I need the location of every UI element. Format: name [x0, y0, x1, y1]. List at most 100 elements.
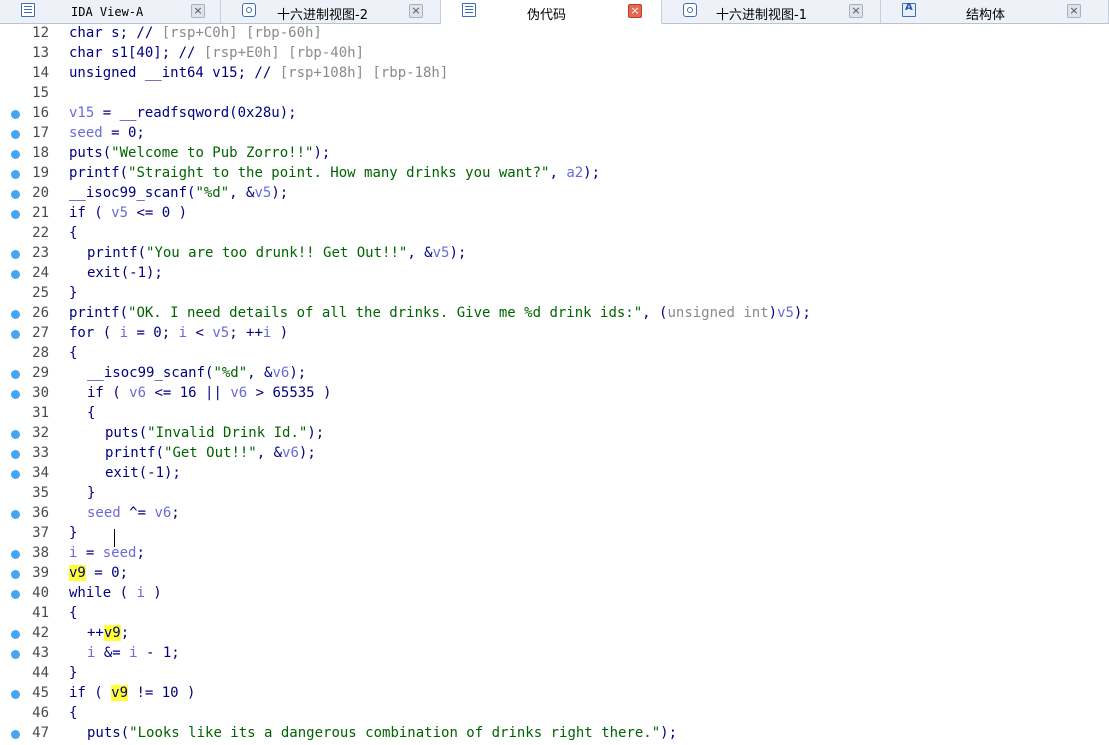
code-token: = 0;: [102, 125, 145, 141]
breakpoint-dot-icon[interactable]: [11, 150, 20, 159]
breakpoint-dot-icon[interactable]: [11, 510, 20, 519]
code-token: i: [119, 325, 129, 341]
breakpoint-dot-icon[interactable]: [11, 110, 20, 119]
pseudocode-editor[interactable]: 12 char s; // [rsp+C0h] [rbp-60h] 13 char s…: [0, 24, 1109, 745]
breakpoint-dot-icon[interactable]: [11, 370, 20, 379]
code-token: "Welcome to Pub Zorro!!": [111, 145, 314, 161]
line-number: 13: [32, 45, 49, 61]
code-line[interactable]: 17 seed = 0;: [0, 124, 1109, 144]
code-text: }: [69, 665, 77, 681]
code-line[interactable]: 20 __isoc99_scanf("%d", &v5);: [0, 184, 1109, 204]
tab-2[interactable]: 伪代码 ×: [441, 0, 662, 24]
code-line[interactable]: 15: [0, 84, 1109, 104]
breakpoint-dot-icon[interactable]: [11, 650, 20, 659]
code-token: v5: [254, 185, 272, 201]
close-icon[interactable]: ×: [409, 4, 423, 18]
code-line[interactable]: 32 puts("Invalid Drink Id.");: [0, 424, 1109, 444]
breakpoint-dot-icon[interactable]: [11, 390, 20, 399]
breakpoint-dot-icon[interactable]: [11, 250, 20, 259]
code-line[interactable]: 31 {: [0, 404, 1109, 424]
code-text: printf("Get Out!!", &v6);: [105, 445, 316, 461]
code-line[interactable]: 46 {: [0, 704, 1109, 724]
code-line[interactable]: 44}: [0, 664, 1109, 684]
code-line[interactable]: 23 printf("You are too drunk!! Get Out!!"…: [0, 244, 1109, 264]
line-number: 43: [32, 645, 49, 661]
code-line[interactable]: 37}: [0, 524, 1109, 544]
code-text: puts("Looks like its a dangerous combina…: [87, 725, 677, 741]
line-number: 22: [32, 225, 49, 241]
code-line[interactable]: 26 printf("OK. I need details of all the …: [0, 304, 1109, 324]
breakpoint-dot-icon[interactable]: [11, 730, 20, 739]
tab-0[interactable]: IDA View-A ×: [0, 0, 221, 23]
code-line[interactable]: 21 if ( v5 <= 0 ): [0, 204, 1109, 224]
breakpoint-dot-icon[interactable]: [11, 330, 20, 339]
code-token: {: [69, 605, 78, 621]
code-line[interactable]: 34 exit(-1);: [0, 464, 1109, 484]
breakpoint-dot-icon[interactable]: [11, 270, 20, 279]
code-token: {: [69, 705, 78, 721]
code-token: ): [144, 585, 162, 601]
close-icon[interactable]: ×: [191, 4, 205, 18]
code-token: __isoc99_scanf(: [87, 365, 214, 381]
code-text: v15 = __readfsqword(0x28u);: [69, 105, 297, 121]
code-line[interactable]: 28 {: [0, 344, 1109, 364]
code-token: i: [129, 645, 138, 661]
line-number: 32: [32, 425, 49, 441]
breakpoint-dot-icon[interactable]: [11, 130, 20, 139]
code-text: v9 = 0;: [69, 565, 128, 581]
code-line[interactable]: 29 __isoc99_scanf("%d", &v6);: [0, 364, 1109, 384]
code-line[interactable]: 14 unsigned __int64 v15; // [rsp+108h] [r…: [0, 64, 1109, 84]
line-number: 46: [32, 705, 49, 721]
code-line[interactable]: 30 if ( v6 <= 16 || v6 > 65535 ): [0, 384, 1109, 404]
code-line[interactable]: 12 char s; // [rsp+C0h] [rbp-60h]: [0, 24, 1109, 44]
code-line[interactable]: 38 i = seed;: [0, 544, 1109, 564]
code-token: = 0;: [128, 325, 179, 341]
code-line[interactable]: 16 v15 = __readfsqword(0x28u);: [0, 104, 1109, 124]
close-icon[interactable]: ×: [849, 4, 863, 18]
code-token: puts(: [105, 425, 148, 441]
code-text: if ( v6 <= 16 || v6 > 65535 ): [87, 385, 331, 401]
breakpoint-dot-icon[interactable]: [11, 430, 20, 439]
code-token: );: [793, 305, 811, 321]
close-icon[interactable]: ×: [1067, 4, 1081, 18]
code-text: printf("You are too drunk!! Get Out!!", …: [87, 245, 466, 261]
breakpoint-dot-icon[interactable]: [11, 310, 20, 319]
close-icon[interactable]: ×: [628, 4, 642, 18]
code-token: ^=: [120, 505, 155, 521]
breakpoint-dot-icon[interactable]: [11, 450, 20, 459]
code-line[interactable]: 35}: [0, 484, 1109, 504]
code-token: , &: [229, 185, 255, 201]
breakpoint-dot-icon[interactable]: [11, 170, 20, 179]
breakpoint-dot-icon[interactable]: [11, 590, 20, 599]
code-line[interactable]: 24 exit(-1);: [0, 264, 1109, 284]
code-line[interactable]: 43 i &= i - 1;: [0, 644, 1109, 664]
code-token: "Looks like its a dangerous combination …: [129, 725, 661, 741]
code-text: }: [69, 285, 77, 301]
tab-4[interactable]: 结构体 ×: [881, 0, 1109, 23]
code-line[interactable]: 19 printf("Straight to the point. How man…: [0, 164, 1109, 184]
breakpoint-dot-icon[interactable]: [11, 210, 20, 219]
code-line[interactable]: 22 {: [0, 224, 1109, 244]
line-number: 36: [32, 505, 49, 521]
code-line[interactable]: 33 printf("Get Out!!", &v6);: [0, 444, 1109, 464]
code-line[interactable]: 25}: [0, 284, 1109, 304]
code-line[interactable]: 47 puts("Looks like its a dangerous combi…: [0, 724, 1109, 744]
code-line[interactable]: 40 while ( i ): [0, 584, 1109, 604]
tab-1[interactable]: 十六进制视图-2 ×: [221, 0, 441, 23]
code-line[interactable]: 41 {: [0, 604, 1109, 624]
tab-3[interactable]: 十六进制视图-1 ×: [662, 0, 881, 23]
code-line[interactable]: 36 seed ^= v6;: [0, 504, 1109, 524]
code-line[interactable]: 42 ++v9;: [0, 624, 1109, 644]
breakpoint-dot-icon[interactable]: [11, 550, 20, 559]
code-line[interactable]: 18 puts("Welcome to Pub Zorro!!");: [0, 144, 1109, 164]
breakpoint-dot-icon[interactable]: [11, 690, 20, 699]
code-line[interactable]: 27 for ( i = 0; i < v5; ++i ): [0, 324, 1109, 344]
code-line[interactable]: 45 if ( v9 != 10 ): [0, 684, 1109, 704]
code-text: {: [69, 605, 77, 621]
code-line[interactable]: 13 char s1[40]; // [rsp+E0h] [rbp-40h]: [0, 44, 1109, 64]
breakpoint-dot-icon[interactable]: [11, 470, 20, 479]
breakpoint-dot-icon[interactable]: [11, 190, 20, 199]
breakpoint-dot-icon[interactable]: [11, 570, 20, 579]
breakpoint-dot-icon[interactable]: [11, 630, 20, 639]
code-line[interactable]: 39 v9 = 0;: [0, 564, 1109, 584]
